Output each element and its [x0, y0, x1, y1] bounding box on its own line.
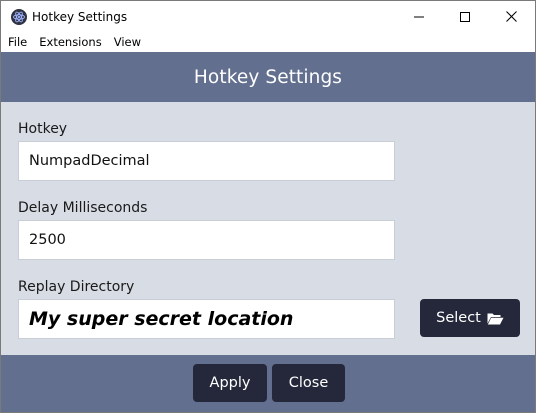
- settings-form: Hotkey Delay Milliseconds Replay Directo…: [1, 102, 535, 355]
- menu-bar: File Extensions View: [1, 33, 535, 52]
- replay-directory-label: Replay Directory: [18, 279, 135, 295]
- maximize-icon: [460, 11, 470, 22]
- page-header: Hotkey Settings: [1, 52, 535, 102]
- menu-item-view[interactable]: View: [111, 33, 144, 52]
- close-button[interactable]: Close: [272, 364, 345, 402]
- title-bar[interactable]: Hotkey Settings: [1, 1, 535, 33]
- folder-open-icon: [487, 313, 504, 324]
- menu-item-extensions[interactable]: Extensions: [36, 33, 104, 52]
- minimize-button[interactable]: [396, 1, 442, 32]
- page-title: Hotkey Settings: [193, 66, 343, 88]
- select-button-label: Select: [436, 310, 481, 326]
- delay-input[interactable]: [18, 220, 395, 260]
- delay-label: Delay Milliseconds: [18, 200, 148, 216]
- app-icon: [11, 9, 27, 25]
- window-title: Hotkey Settings: [32, 10, 128, 24]
- menu-item-file[interactable]: File: [5, 33, 30, 52]
- replay-directory-input[interactable]: [18, 299, 395, 339]
- apply-button[interactable]: Apply: [193, 364, 267, 402]
- footer-bar: Apply Close: [1, 355, 535, 412]
- hotkey-input[interactable]: [18, 141, 395, 181]
- select-directory-button[interactable]: Select: [420, 299, 520, 337]
- minimize-icon: [414, 16, 424, 17]
- hotkey-label: Hotkey: [18, 121, 68, 137]
- close-window-button[interactable]: [488, 1, 534, 32]
- app-window: Hotkey Settings File Extensions View Hot…: [0, 0, 536, 413]
- close-icon: [505, 11, 517, 22]
- maximize-button[interactable]: [442, 1, 488, 32]
